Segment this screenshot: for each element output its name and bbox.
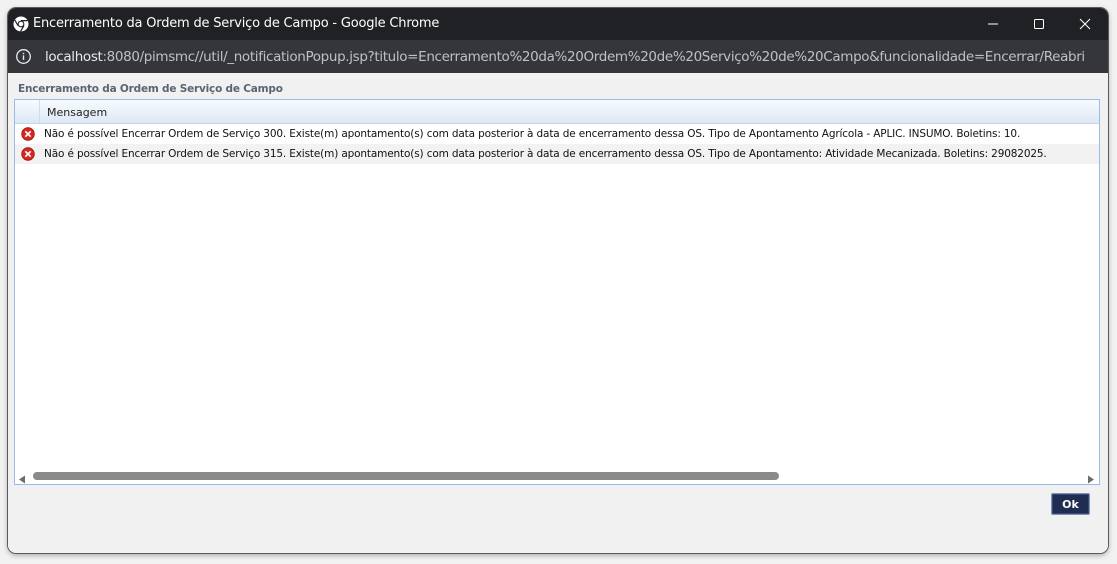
- row-message: Não é possível Encerrar Ordem de Serviço…: [44, 148, 1047, 160]
- scrollbar-thumb[interactable]: [33, 472, 779, 480]
- address-bar[interactable]: localhost:8080/pimsmc//util/_notificatio…: [8, 40, 1108, 73]
- panel-title: Encerramento da Ordem de Serviço de Camp…: [18, 83, 283, 95]
- icon-column-header[interactable]: [15, 100, 40, 123]
- url-path: :8080/pimsmc//util/_notificationPopup.js…: [102, 49, 1085, 65]
- grid-header: Mensagem: [15, 100, 1099, 124]
- minimize-button[interactable]: [970, 8, 1016, 40]
- notification-grid: Mensagem Não é possível Encerrar Ordem d…: [14, 99, 1100, 485]
- ok-button[interactable]: Ok: [1051, 493, 1090, 515]
- popup-content: Encerramento da Ordem de Serviço de Camp…: [8, 73, 1108, 553]
- close-button[interactable]: [1062, 8, 1108, 40]
- error-icon: [21, 147, 35, 161]
- scroll-right-arrow-icon[interactable]: [1087, 471, 1095, 489]
- chrome-logo-icon: [13, 16, 29, 32]
- maximize-icon: [1034, 19, 1044, 29]
- error-icon: [21, 127, 35, 141]
- row-message: Não é possível Encerrar Ordem de Serviço…: [44, 128, 1021, 140]
- close-icon: [1079, 18, 1091, 30]
- table-row[interactable]: Não é possível Encerrar Ordem de Serviço…: [15, 144, 1099, 164]
- title-bar: Encerramento da Ordem de Serviço de Camp…: [8, 8, 1108, 40]
- browser-popup-window: Encerramento da Ordem de Serviço de Camp…: [8, 8, 1108, 553]
- url-text[interactable]: localhost:8080/pimsmc//util/_notificatio…: [45, 49, 1085, 65]
- site-info-icon[interactable]: [15, 48, 32, 65]
- url-host: localhost: [45, 49, 103, 65]
- scroll-left-arrow-icon[interactable]: [18, 471, 26, 489]
- table-row[interactable]: Não é possível Encerrar Ordem de Serviço…: [15, 124, 1099, 144]
- minimize-icon: [988, 23, 998, 25]
- window-title: Encerramento da Ordem de Serviço de Camp…: [33, 16, 440, 31]
- horizontal-scrollbar[interactable]: [15, 467, 1099, 484]
- column-header-mensagem[interactable]: Mensagem: [47, 106, 107, 119]
- maximize-button[interactable]: [1016, 8, 1062, 40]
